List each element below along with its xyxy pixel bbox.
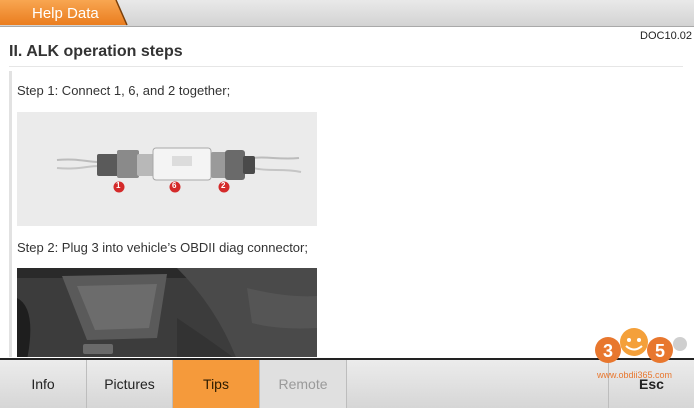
step-1-text: Step 1: Connect 1, 6, and 2 together; [17,83,231,98]
title-tab: Help Data [0,0,128,26]
help-content[interactable]: DOC10.02 II. ALK operation steps Step 1:… [0,27,694,357]
pictures-button[interactable]: Pictures [87,360,173,408]
remote-button[interactable]: Remote [260,360,347,408]
title-bar: Help Data [0,0,694,27]
step-2-text: Step 2: Plug 3 into vehicle’s OBDII diag… [17,240,308,255]
page-title: II. ALK operation steps [9,43,183,60]
heading-divider [9,66,683,67]
svg-text:5: 5 [655,341,665,361]
marker-1: 1 [116,181,121,190]
window-title: Help Data [32,5,99,22]
tips-button[interactable]: Tips [173,360,260,408]
vehicle-obd-port-image [17,268,317,357]
info-button[interactable]: Info [0,360,87,408]
marker-2: 2 [221,181,226,190]
document-id: DOC10.02 [640,30,692,42]
section-indent-bar [9,71,12,357]
connector-assembly-image: 1 6 2 [17,112,317,226]
svg-text:3: 3 [603,341,613,361]
marker-6: 6 [172,181,177,190]
bottom-toolbar: Info Pictures Tips Remote Esc [0,358,694,408]
watermark-url: www.obdii365.com [597,370,673,380]
